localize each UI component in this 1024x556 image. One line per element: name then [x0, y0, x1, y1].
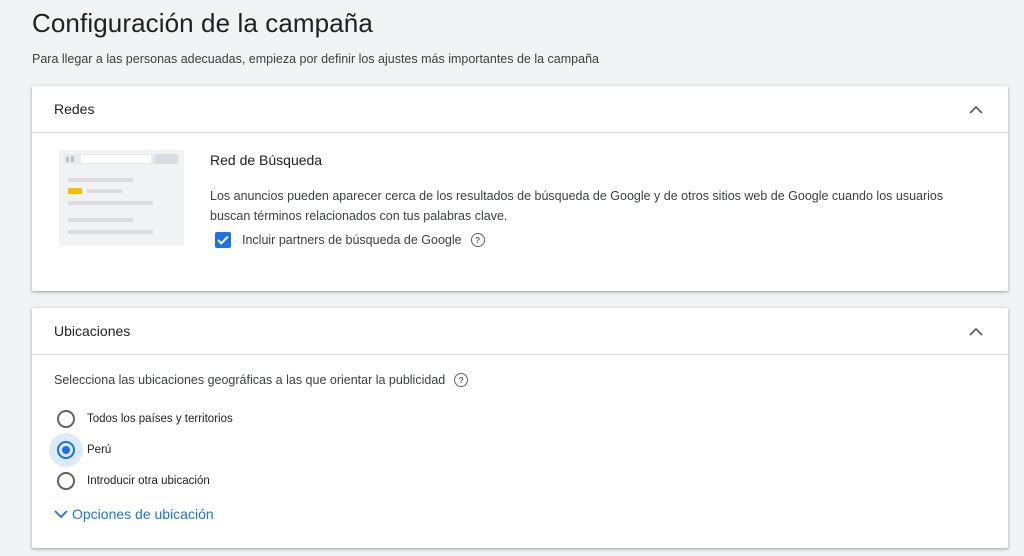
locations-prompt: Selecciona las ubicaciones geográficas a… [54, 373, 446, 387]
help-icon[interactable]: ? [470, 233, 485, 247]
help-icon[interactable]: ? [454, 373, 469, 387]
search-partners-option: Incluir partners de búsqueda de Google ? [210, 232, 980, 248]
locations-card-title: Ubicaciones [54, 323, 131, 339]
networks-card: Redes Red de Búsqueda Los anuncios puede… [32, 86, 1008, 291]
location-options-link[interactable]: Opciones de ubicación [54, 506, 986, 522]
chevron-down-icon [54, 509, 68, 518]
page-title: Configuración de la campaña [32, 8, 373, 38]
search-network-title: Red de Búsqueda [210, 152, 323, 168]
radio-label: Introducir otra ubicación [87, 474, 210, 487]
location-radio-group: Todos los países y territorios Perú Intr… [49, 403, 986, 496]
search-network-description: Los anuncios pueden aparecer cerca de lo… [210, 189, 944, 223]
search-network-illustration [59, 150, 184, 246]
radio-button-selected[interactable] [57, 440, 75, 459]
locations-card: Ubicaciones Selecciona las ubicaciones g… [32, 308, 1008, 548]
networks-card-title: Redes [54, 101, 95, 117]
search-partners-checkbox[interactable] [215, 232, 231, 248]
locations-prompt-row: Selecciona las ubicaciones geográficas a… [54, 373, 986, 387]
checkmark-icon [217, 235, 229, 245]
radio-label: Todos los países y territorios [87, 412, 233, 425]
chevron-up-icon[interactable] [966, 99, 986, 119]
radio-button[interactable] [57, 471, 75, 490]
search-partners-label: Incluir partners de búsqueda de Google [242, 233, 462, 247]
location-options-label: Opciones de ubicación [72, 506, 214, 522]
radio-label: Perú [87, 443, 112, 456]
chevron-up-icon[interactable] [966, 321, 986, 341]
radio-button[interactable] [57, 409, 75, 428]
page-subtitle: Para llegar a las personas adecuadas, em… [32, 52, 599, 66]
locations-card-header[interactable]: Ubicaciones [32, 308, 1008, 355]
radio-all-countries[interactable]: Todos los países y territorios [54, 403, 986, 434]
radio-other-location[interactable]: Introducir otra ubicación [54, 465, 986, 496]
radio-peru[interactable]: Perú [49, 432, 986, 467]
networks-card-header[interactable]: Redes [32, 86, 1008, 133]
